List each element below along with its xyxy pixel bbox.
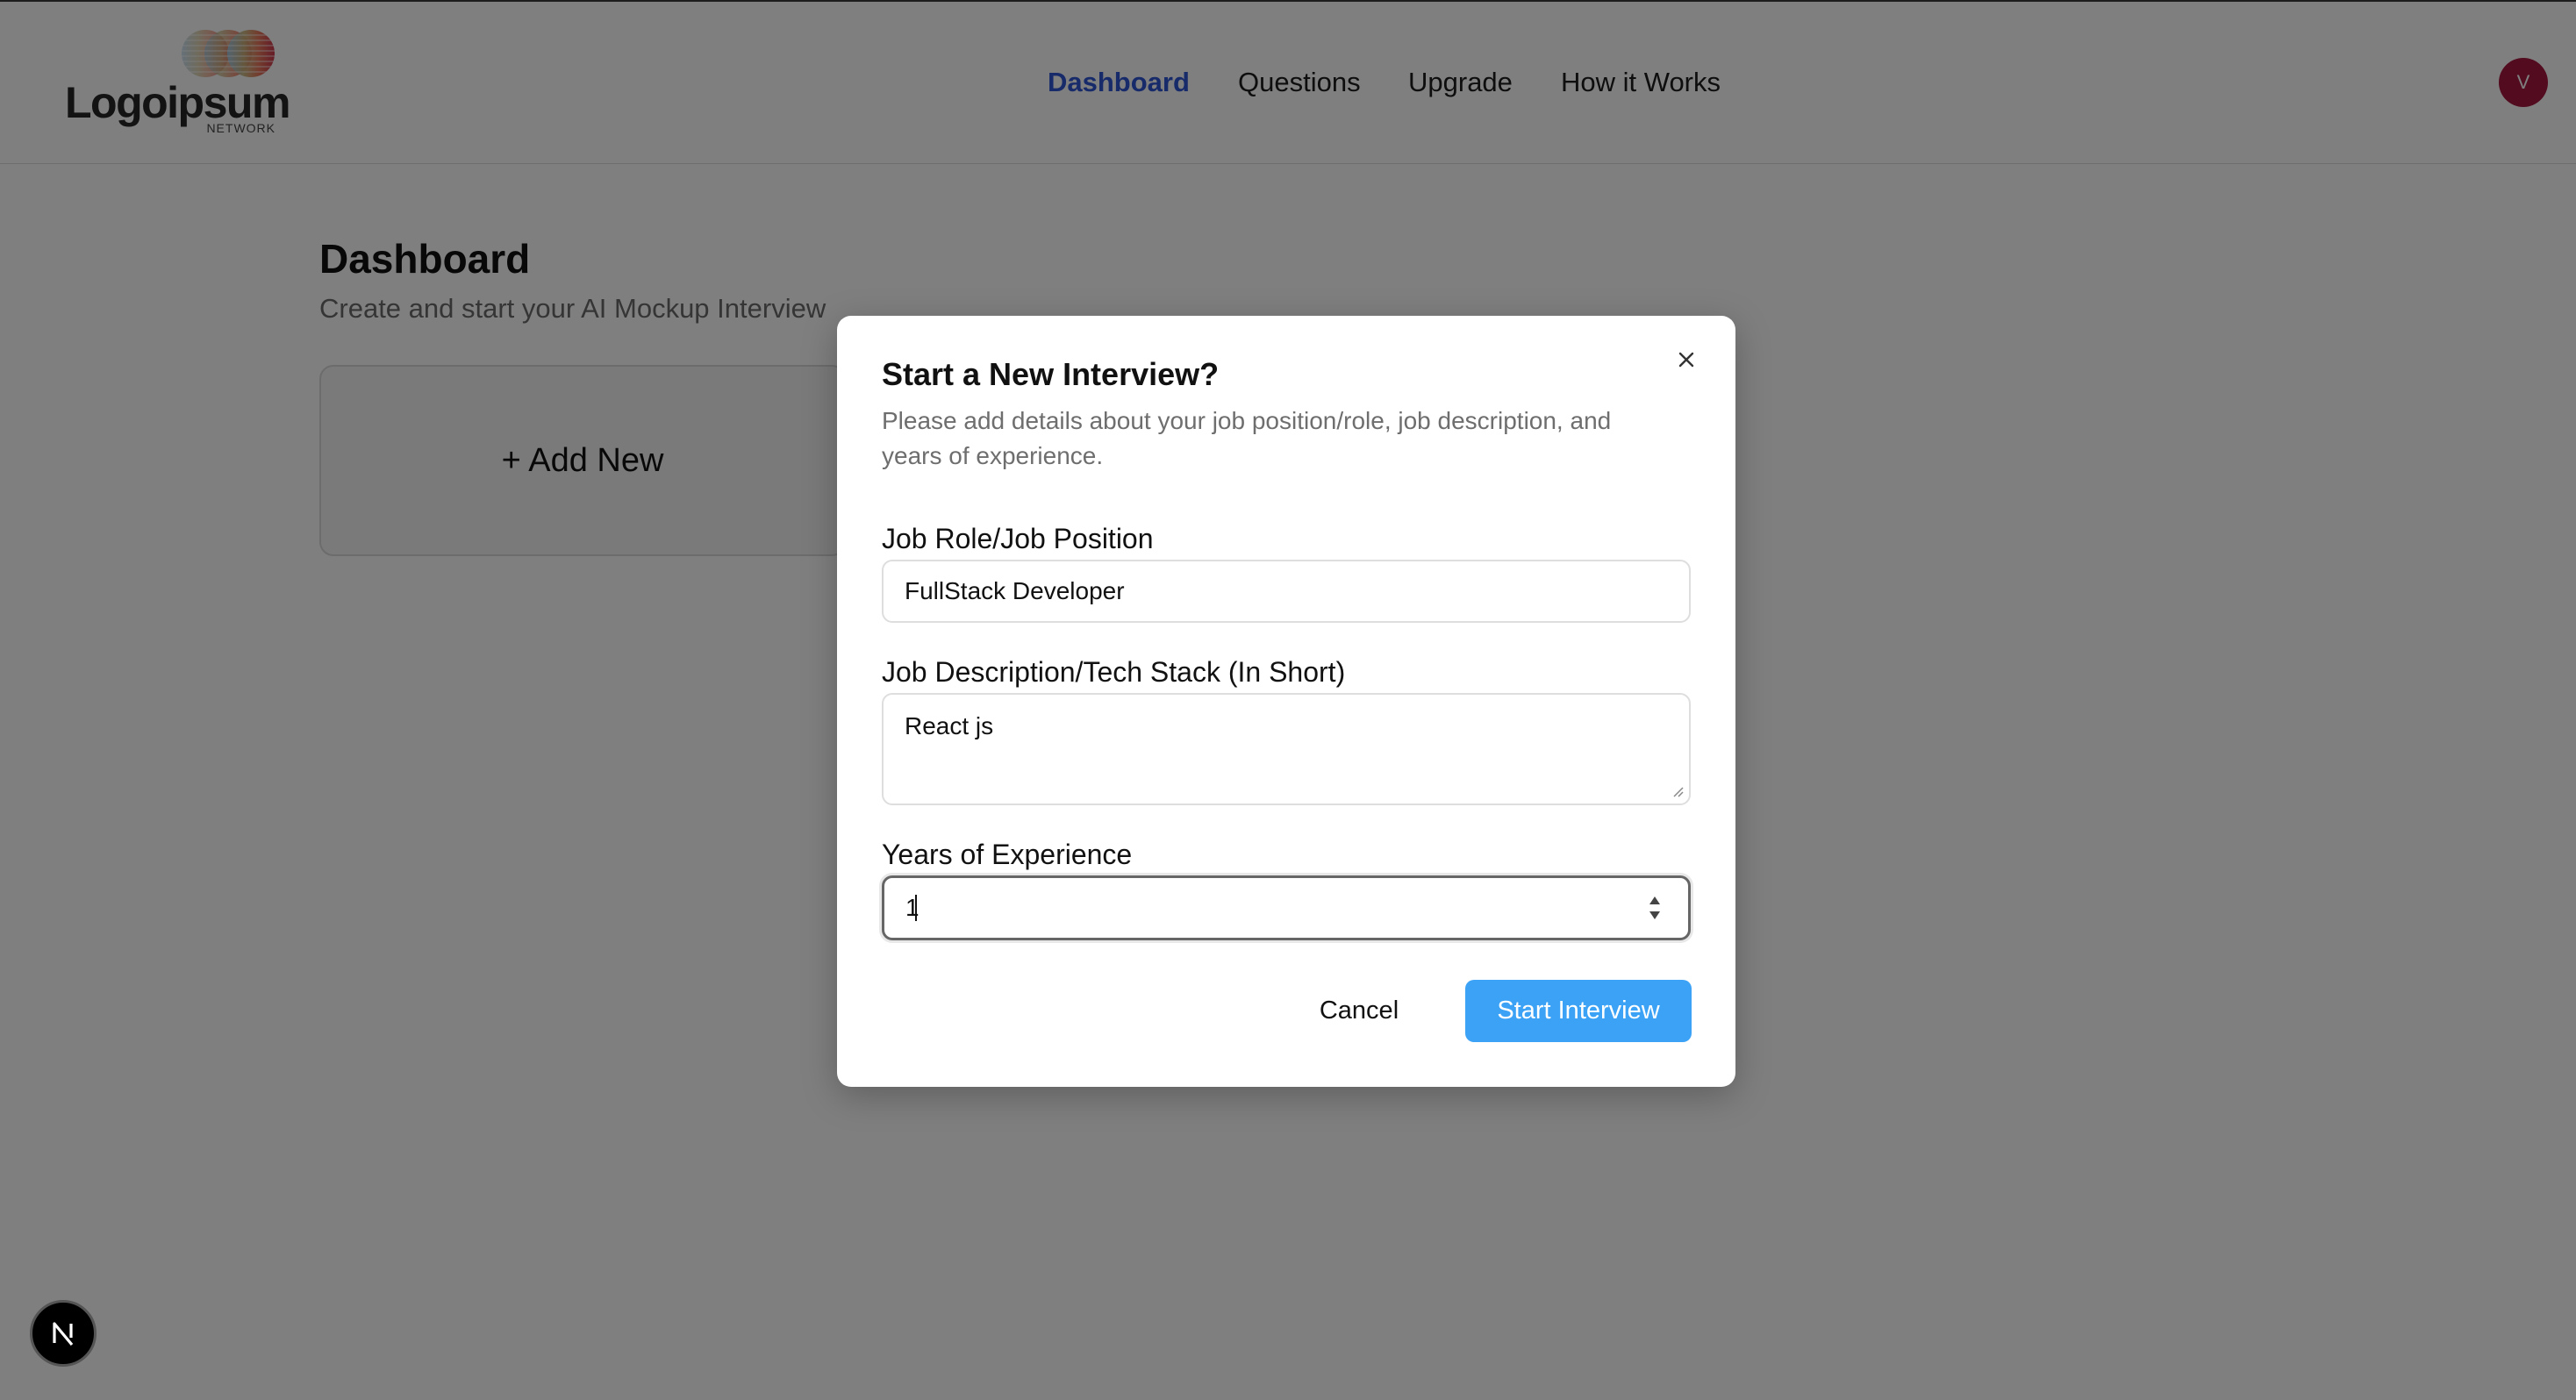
close-icon: [1678, 352, 1694, 368]
text-caret: [915, 895, 917, 921]
years-experience-input[interactable]: [882, 875, 1691, 940]
dialog-description: Please add details about your job positi…: [882, 407, 1612, 469]
job-description-textarea[interactable]: React js: [882, 693, 1691, 805]
cancel-button[interactable]: Cancel: [1289, 980, 1429, 1041]
stepper-arrows-icon[interactable]: [1645, 893, 1664, 923]
years-experience-label: Years of Experience: [882, 839, 1133, 870]
next-n-icon: [53, 1322, 74, 1346]
new-interview-dialog: Start a New Interview? Please add detail…: [837, 316, 1735, 1087]
start-interview-button[interactable]: Start Interview: [1465, 980, 1692, 1042]
job-description-label: Job Description/Tech Stack (In Short): [882, 656, 1346, 688]
dialog-title: Start a New Interview?: [882, 356, 1220, 392]
resize-grip-icon[interactable]: [1671, 785, 1684, 797]
job-role-label: Job Role/Job Position: [882, 523, 1154, 554]
job-role-input[interactable]: [882, 560, 1691, 623]
app: Logoipsum NETWORK Dashboard Questions Up…: [0, 0, 2576, 1400]
next-dev-badge[interactable]: [30, 1300, 97, 1367]
close-button[interactable]: [1671, 344, 1702, 375]
